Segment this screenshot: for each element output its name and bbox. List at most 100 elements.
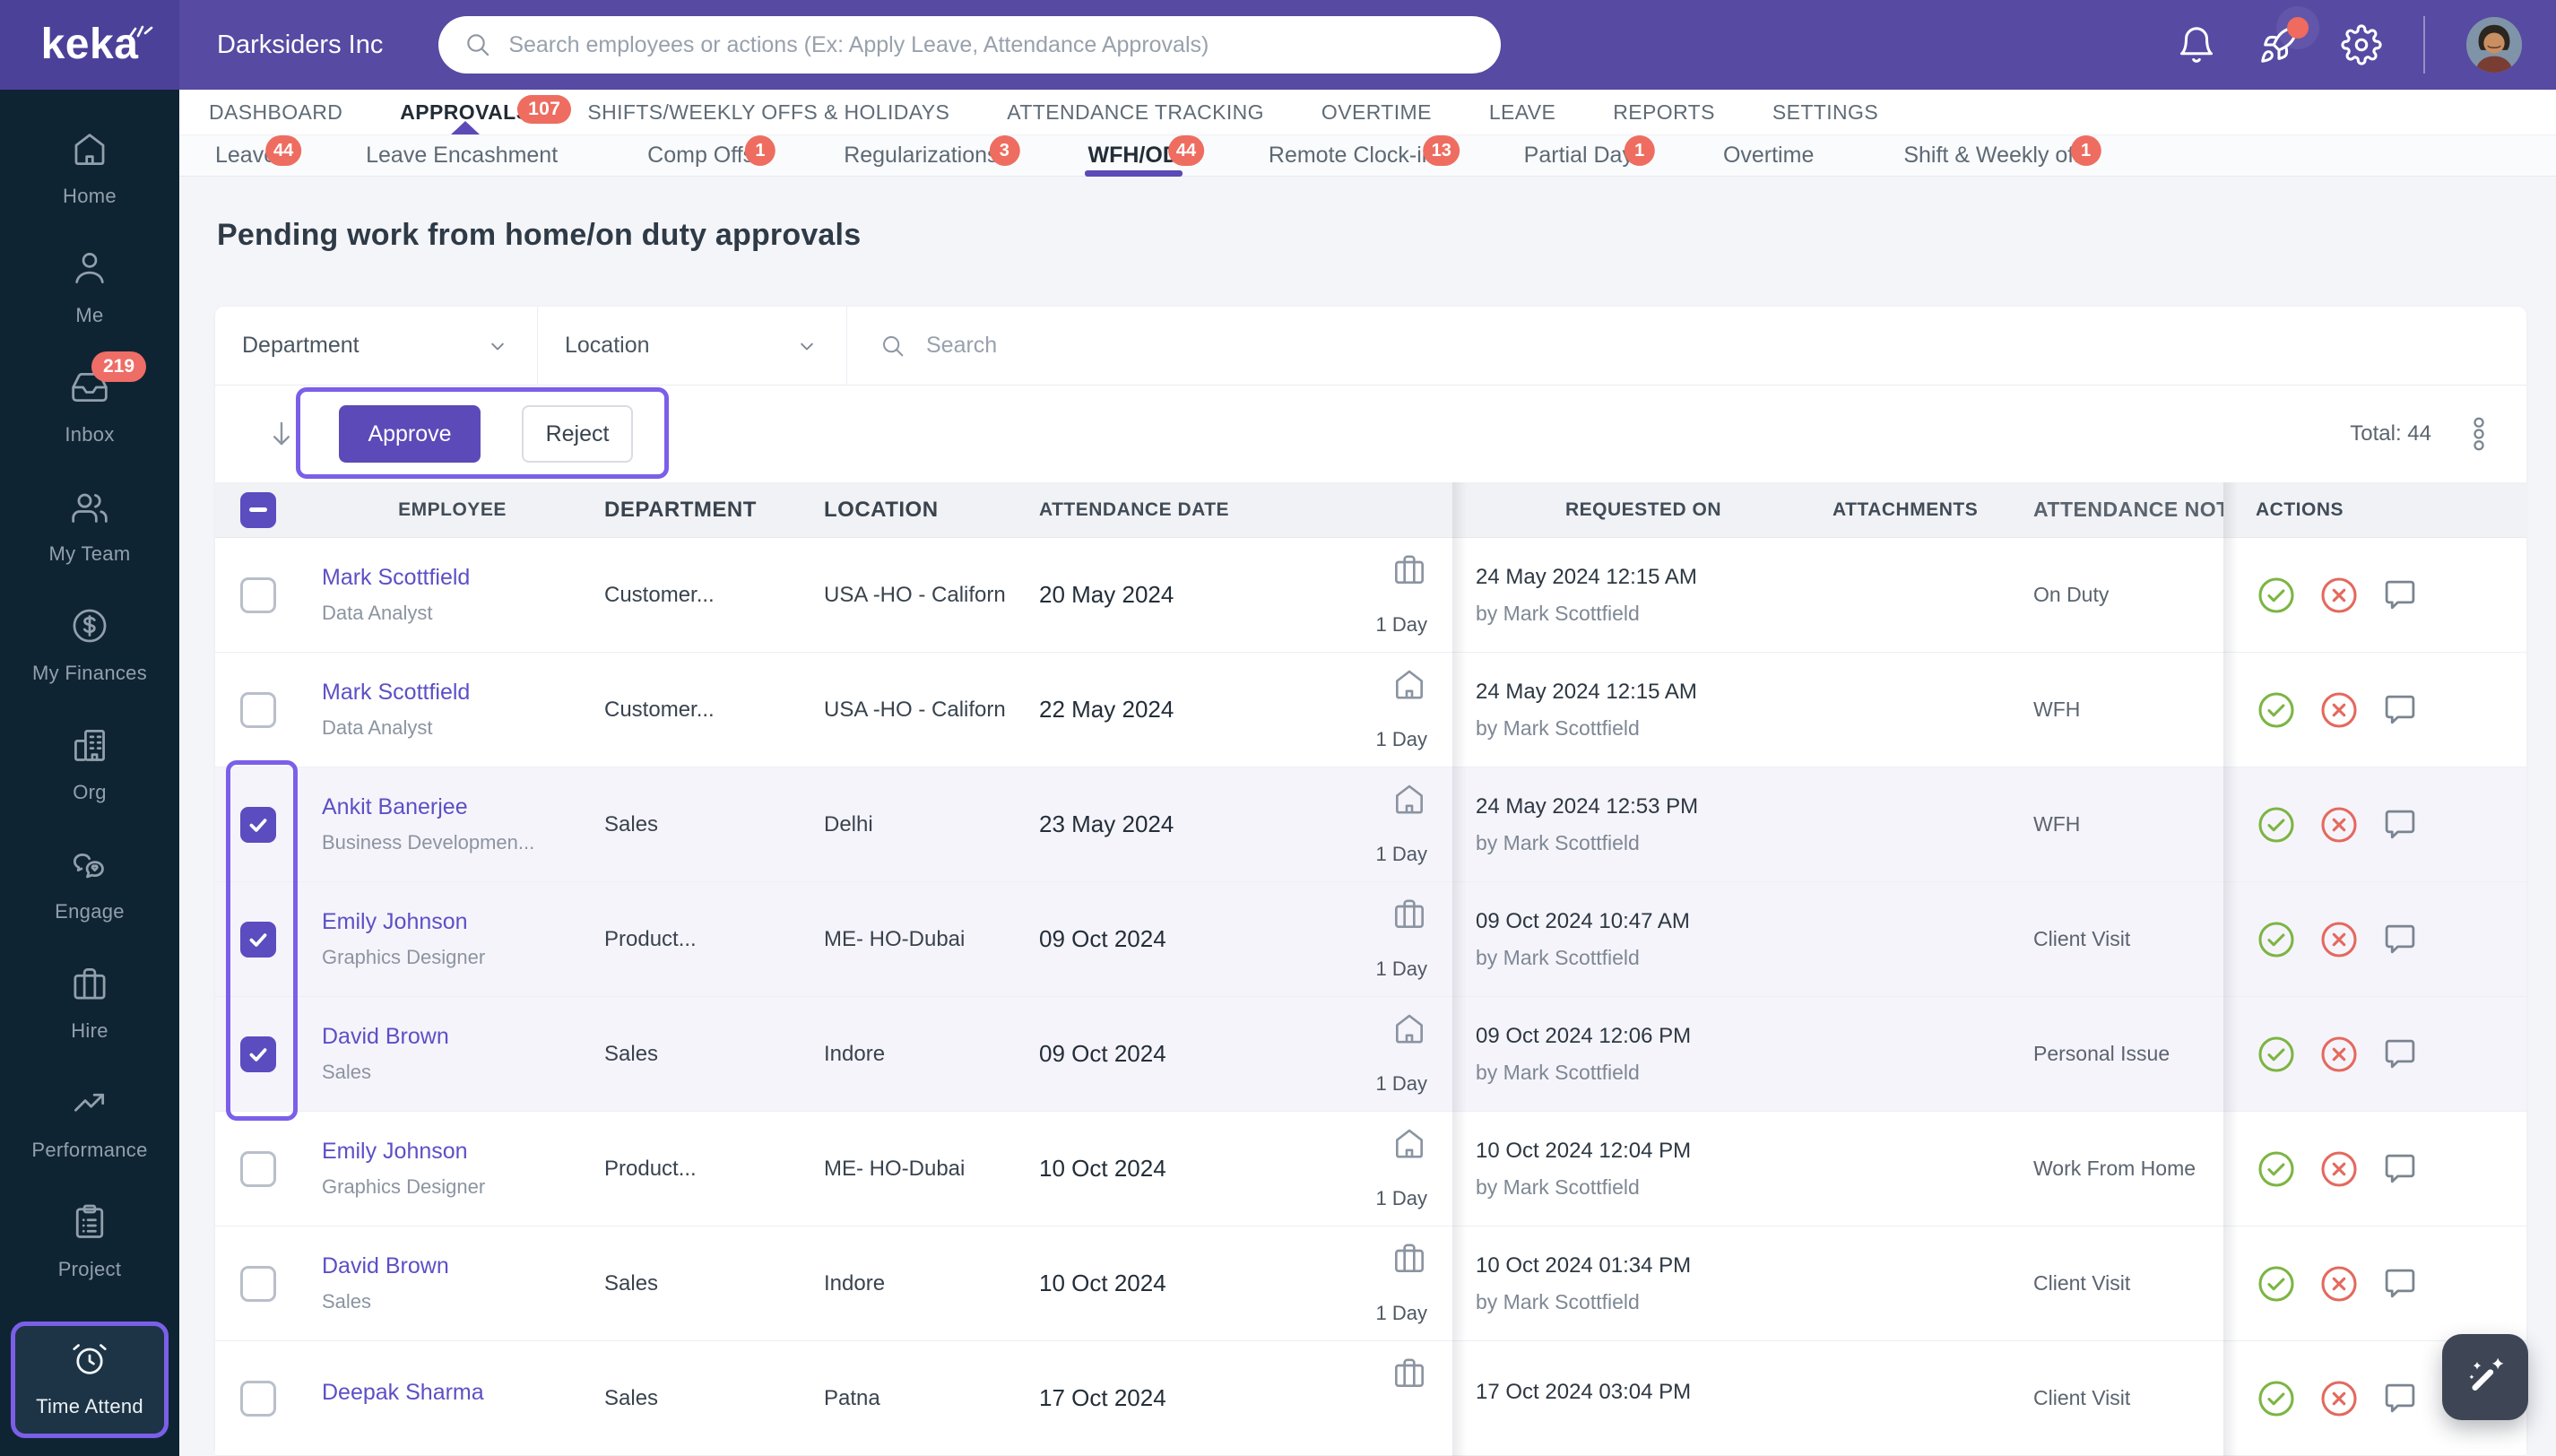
comment-icon[interactable] bbox=[2381, 1036, 2419, 1073]
nav-item-shifts-weekly-offs-holidays[interactable]: SHIFTS/WEEKLY OFFS & HOLIDAYS bbox=[587, 90, 949, 134]
sidebar-item-label: My Team bbox=[48, 542, 131, 565]
reject-circle-icon[interactable] bbox=[2318, 919, 2360, 960]
employee-name-link[interactable]: Emily Johnson bbox=[322, 1139, 583, 1165]
department-cell: Customer... bbox=[604, 582, 715, 607]
approve-circle-icon[interactable] bbox=[2256, 1378, 2297, 1419]
keka-logo[interactable]: keka bbox=[0, 0, 179, 90]
table-search-input[interactable] bbox=[924, 332, 2494, 360]
row-checkbox[interactable] bbox=[239, 1150, 276, 1187]
notification-dot bbox=[2287, 17, 2309, 39]
home-icon bbox=[1391, 781, 1427, 817]
comment-icon[interactable] bbox=[2381, 691, 2419, 729]
approve-circle-icon[interactable] bbox=[2256, 1034, 2297, 1075]
attendance-type bbox=[1391, 1341, 1427, 1455]
approve-circle-icon[interactable] bbox=[2256, 919, 2297, 960]
employee-name-link[interactable]: David Brown bbox=[322, 1024, 583, 1050]
nav-item-overtime[interactable]: OVERTIME bbox=[1321, 90, 1432, 134]
sort-arrow-icon[interactable] bbox=[265, 418, 298, 450]
department-cell: Product... bbox=[604, 926, 697, 951]
employee-name-link[interactable]: Mark Scottfield bbox=[322, 565, 583, 591]
nav-item-approvals[interactable]: APPROVALS 107 bbox=[400, 90, 572, 135]
approve-circle-icon[interactable] bbox=[2256, 689, 2297, 731]
approve-circle-icon[interactable] bbox=[2256, 575, 2297, 616]
subnav-item-remote-clock-in[interactable]: Remote Clock-in 13 bbox=[1269, 135, 1460, 176]
global-search[interactable] bbox=[438, 16, 1502, 74]
reject-circle-icon[interactable] bbox=[2318, 1148, 2360, 1190]
nav-item-dashboard[interactable]: DASHBOARD bbox=[209, 90, 342, 134]
subnav-item-wfh-od[interactable]: WFH/OD 44 bbox=[1084, 135, 1205, 177]
subnav-item-shift-weekly-off[interactable]: Shift & Weekly off 1 bbox=[1903, 135, 2101, 176]
attendance-date: 17 Oct 2024 bbox=[1039, 1384, 1166, 1411]
employee-name-link[interactable]: Mark Scottfield bbox=[322, 680, 583, 706]
nav-item-attendance-tracking[interactable]: ATTENDANCE TRACKING bbox=[1007, 90, 1264, 134]
employee-role: Graphics Designer bbox=[322, 946, 486, 968]
nav-item-leave[interactable]: LEAVE bbox=[1489, 90, 1555, 134]
sidebar-item-my-finances[interactable]: My Finances bbox=[11, 606, 169, 685]
requested-on-datetime: 24 May 2024 12:53 PM bbox=[1476, 793, 1699, 819]
employee-name-link[interactable]: David Brown bbox=[322, 1253, 583, 1279]
comment-icon[interactable] bbox=[2381, 806, 2419, 844]
settings-gear-icon[interactable] bbox=[2341, 24, 2382, 65]
reject-circle-icon[interactable] bbox=[2318, 1034, 2360, 1075]
approve-circle-icon[interactable] bbox=[2256, 804, 2297, 845]
notifications-bell-icon[interactable] bbox=[2176, 24, 2217, 65]
row-checkbox-cell bbox=[215, 882, 300, 996]
sidebar-item-inbox[interactable]: 219 Inbox bbox=[11, 351, 169, 446]
sidebar-item-time-attend[interactable]: Time Attend bbox=[11, 1322, 169, 1438]
employee-name-link[interactable]: Deepak Sharma bbox=[322, 1380, 583, 1406]
comment-icon[interactable] bbox=[2381, 1380, 2419, 1417]
location-filter-dropdown[interactable]: Location bbox=[538, 307, 847, 385]
location-cell: Indore bbox=[824, 1041, 886, 1066]
sidebar-item-me[interactable]: Me bbox=[11, 248, 169, 327]
nav-item-settings[interactable]: SETTINGS bbox=[1772, 90, 1878, 134]
employee-name-link[interactable]: Ankit Banerjee bbox=[322, 794, 583, 820]
row-checkbox[interactable] bbox=[239, 1265, 276, 1302]
row-checkbox[interactable] bbox=[239, 576, 276, 613]
sidebar-item-org[interactable]: Org bbox=[11, 725, 169, 804]
comment-icon[interactable] bbox=[2381, 921, 2419, 958]
subnav-item-overtime[interactable]: Overtime bbox=[1723, 135, 1814, 176]
global-search-input[interactable] bbox=[507, 30, 1477, 59]
sidebar-item-home[interactable]: Home bbox=[11, 129, 169, 208]
comment-icon[interactable] bbox=[2381, 1150, 2419, 1188]
ai-assistant-button[interactable] bbox=[2442, 1334, 2528, 1420]
row-checkbox[interactable] bbox=[239, 806, 276, 843]
subnav-item-leave-encashment[interactable]: Leave Encashment bbox=[366, 135, 558, 176]
whats-new-rocket-icon[interactable] bbox=[2258, 17, 2309, 65]
row-checkbox[interactable] bbox=[239, 1036, 276, 1072]
approve-button[interactable]: Approve bbox=[339, 405, 481, 463]
approve-circle-icon[interactable] bbox=[2256, 1263, 2297, 1304]
approve-circle-icon[interactable] bbox=[2256, 1148, 2297, 1190]
comment-icon[interactable] bbox=[2381, 1265, 2419, 1303]
reject-circle-icon[interactable] bbox=[2318, 1263, 2360, 1304]
attendance-date: 22 May 2024 bbox=[1039, 696, 1174, 723]
user-avatar[interactable] bbox=[2466, 17, 2522, 73]
sidebar-item-project[interactable]: Project bbox=[11, 1202, 169, 1281]
reject-circle-icon[interactable] bbox=[2318, 689, 2360, 731]
more-options-dots-icon[interactable] bbox=[2464, 416, 2494, 452]
sidebar-item-engage[interactable]: Engage bbox=[11, 845, 169, 923]
subnav-item-regularizations[interactable]: Regularizations 3 bbox=[844, 135, 1020, 176]
reject-circle-icon[interactable] bbox=[2318, 804, 2360, 845]
reject-button[interactable]: Reject bbox=[522, 405, 633, 463]
requested-on-datetime: 24 May 2024 12:15 AM bbox=[1476, 564, 1697, 589]
select-all-checkbox[interactable] bbox=[239, 491, 276, 528]
comment-icon[interactable] bbox=[2381, 576, 2419, 614]
row-checkbox[interactable] bbox=[239, 691, 276, 728]
reject-circle-icon[interactable] bbox=[2318, 575, 2360, 616]
subnav-item-partial-day[interactable]: Partial Day 1 bbox=[1524, 135, 1655, 176]
row-checkbox[interactable] bbox=[239, 1380, 276, 1417]
sidebar-item-hire[interactable]: Hire bbox=[11, 964, 169, 1043]
sidebar-item-performance[interactable]: Performance bbox=[11, 1083, 169, 1162]
department-filter-dropdown[interactable]: Department bbox=[215, 307, 538, 385]
sidebar-item-my-team[interactable]: My Team bbox=[11, 487, 169, 566]
reject-circle-icon[interactable] bbox=[2318, 1378, 2360, 1419]
users-icon bbox=[70, 487, 109, 531]
table-search[interactable] bbox=[847, 307, 2526, 385]
subnav-item-comp-offs[interactable]: Comp Offs 1 bbox=[647, 135, 775, 176]
employee-name-link[interactable]: Emily Johnson bbox=[322, 909, 583, 935]
nav-item-reports[interactable]: REPORTS bbox=[1613, 90, 1715, 134]
row-checkbox[interactable] bbox=[239, 921, 276, 958]
subnav-item-leave[interactable]: Leave 44 bbox=[215, 135, 302, 176]
home-icon bbox=[70, 129, 109, 173]
